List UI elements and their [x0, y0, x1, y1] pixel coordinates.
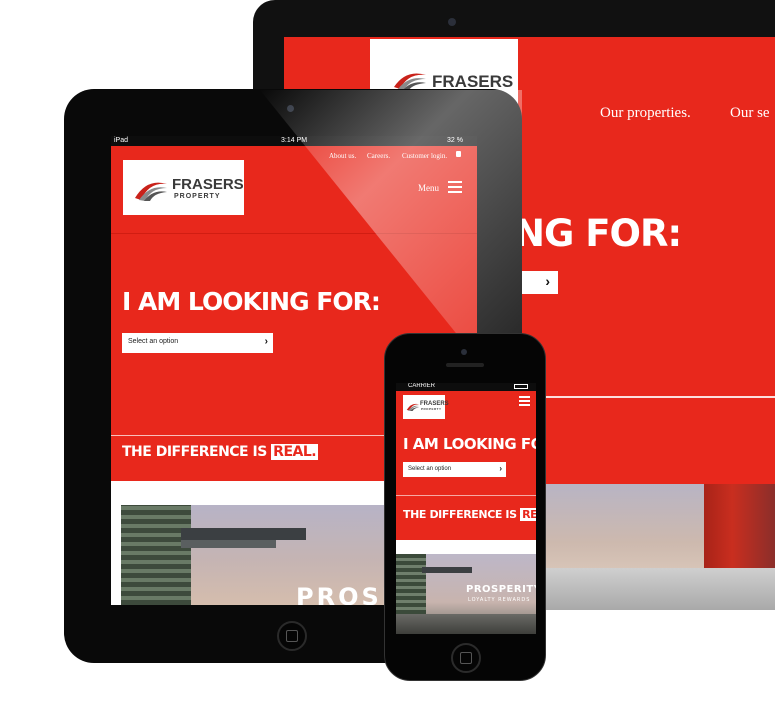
select-label: Select an option [408, 466, 452, 472]
difference-tagline: THE DIFFERENCE IS REAL. [403, 508, 536, 521]
home-icon [460, 652, 472, 664]
brand-name: FRASERS [172, 176, 244, 193]
link-careers[interactable]: Careers. [367, 152, 390, 160]
phone-screen: CARRIER FRASERS PROPERTY I AM LOOKING FO… [396, 383, 536, 634]
tablet-status-bar: iPad 3:14 PM 32 % [111, 136, 477, 146]
tower-graphic [121, 505, 191, 605]
frasers-logo-mark [406, 399, 420, 417]
difference-highlight: REAL. [271, 444, 319, 460]
brand-name: FRASERS [432, 72, 514, 91]
difference-text: THE DIFFERENCE IS [122, 444, 267, 460]
content-section [396, 540, 536, 554]
laptop-base [530, 568, 775, 610]
banner-title: PROSPERITY [466, 584, 536, 595]
tower-graphic [396, 554, 426, 614]
status-time: 3:14 PM [281, 137, 308, 144]
cantilever-graphic [181, 528, 306, 540]
battery-icon [514, 384, 528, 389]
prosperity-banner-photo[interactable]: PROSPERITY LOYALTY REWARDS [396, 554, 536, 634]
hero-heading: I AM LOOKING FOR: [122, 287, 381, 316]
banner-subtitle: LOYALTY REWARDS [468, 597, 531, 603]
menu-label[interactable]: Menu [418, 183, 439, 193]
laptop-divider [514, 396, 775, 398]
chevron-right-icon: › [264, 336, 268, 347]
nav-our-services[interactable]: Our se [730, 105, 770, 122]
difference-text: THE DIFFERENCE IS [403, 508, 517, 521]
city-skyline-graphic [396, 614, 536, 634]
laptop-hero-heading: NG FOR: [514, 212, 682, 255]
header-divider [111, 233, 477, 234]
hero-heading: I AM LOOKING FOR: [403, 435, 536, 453]
link-about-us[interactable]: About us. [329, 152, 356, 160]
phone-logo[interactable]: FRASERS PROPERTY [403, 395, 449, 419]
laptop-camera [448, 18, 456, 26]
chevron-right-icon: › [545, 273, 550, 289]
status-carrier: CARRIER [408, 383, 436, 389]
nav-our-properties[interactable]: Our properties. [600, 105, 691, 122]
tablet-camera [287, 105, 294, 112]
select-label: Select an option [128, 338, 179, 345]
phone-speaker [446, 363, 484, 367]
hamburger-menu-icon[interactable] [519, 396, 530, 406]
difference-divider [396, 495, 536, 496]
link-customer-login[interactable]: Customer login. [402, 152, 447, 160]
phone-camera [461, 349, 467, 355]
hamburger-menu-icon[interactable] [448, 181, 462, 193]
brand-sub: PROPERTY [421, 407, 442, 411]
frasers-logo-mark [133, 174, 169, 207]
tablet-logo[interactable]: FRASERS PROPERTY [123, 160, 244, 215]
laptop-building-photo [704, 484, 775, 568]
cantilever-graphic [422, 567, 472, 573]
brand-sub: PROPERTY [174, 193, 221, 200]
option-select-dropdown[interactable]: Select an option › [403, 462, 506, 477]
frasers-logo-mark [392, 65, 428, 91]
phone-status-bar: CARRIER [396, 383, 536, 391]
home-icon [286, 630, 298, 642]
status-battery: 32 % [447, 137, 463, 144]
difference-highlight: REAL. [520, 508, 536, 521]
chevron-right-icon: › [499, 464, 502, 473]
lock-icon [456, 151, 461, 157]
cantilever-graphic [181, 540, 276, 548]
option-select-dropdown[interactable]: Select an option › [122, 333, 273, 353]
difference-tagline: THE DIFFERENCE IS REAL. [122, 444, 319, 460]
status-carrier: iPad [114, 137, 129, 144]
